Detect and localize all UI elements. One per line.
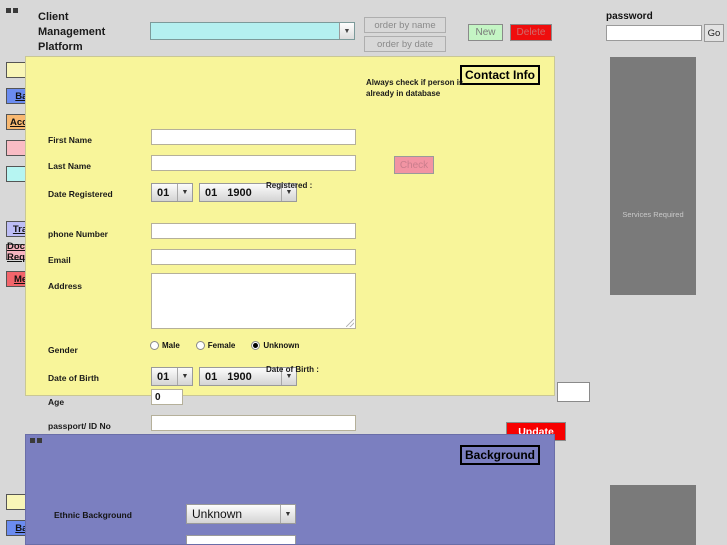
resize-grip-icon[interactable] [346,319,354,327]
dob-caption: Date of Birth : [266,365,319,374]
check-hint-line-2: already in database [366,89,441,98]
chevron-down-icon[interactable]: ▼ [280,505,295,523]
ethnic-background-select[interactable]: Unknown ▼ [186,504,296,524]
check-hint: Always check if person is already in dat… [366,77,476,99]
last-name-input[interactable] [151,155,356,171]
client-search-input[interactable] [151,23,339,39]
last-name-label: Last Name [48,161,91,171]
gender-radio-male-label: Male [162,341,180,350]
app-title-line-2: Management [38,26,106,38]
gender-label: Gender [48,345,78,355]
date-registered-day-select[interactable]: 01 ▼ [151,183,193,202]
order-by-name-button[interactable]: order by name [364,17,446,33]
phone-number-input[interactable] [151,223,356,239]
radio-icon[interactable] [150,341,159,350]
background-panel-title: Background [460,445,540,465]
chevron-down-icon[interactable]: ▼ [177,368,192,385]
dob-day-value: 01 [157,370,170,383]
address-label: Address [48,281,83,291]
gender-radio-unknown-label: Unknown [263,341,300,350]
dob-year-value: 1900 [227,370,252,383]
date-of-birth-label: Date of Birth [48,373,99,383]
password-label: password [606,11,653,22]
record-index-box[interactable] [557,382,590,402]
first-name-input[interactable] [151,129,356,145]
age-input[interactable]: 0 [151,389,183,405]
page-title: Client Management Platform [38,10,148,55]
password-go-button[interactable]: Go [704,24,724,42]
first-language-input[interactable] [186,535,296,544]
gender-radio-unknown[interactable]: Unknown [251,341,299,350]
radio-icon[interactable] [195,341,205,350]
first-name-label: First Name [48,135,92,145]
gender-radio-female-label: Female [207,341,236,350]
date-registered-label: Date Registered [48,189,113,199]
panel-drag-handle[interactable] [30,438,42,443]
registered-caption: Registered : [266,181,313,190]
dob-month-value: 01 [205,370,218,383]
passport-id-input[interactable] [151,415,356,431]
app-title-line-3: Platform [38,41,83,53]
radio-icon-selected[interactable] [251,341,261,350]
email-label: Email [48,255,71,265]
check-button[interactable]: Check [394,156,434,174]
phone-number-label: phone Number [48,229,108,239]
contact-info-panel: Contact Info First Name Last Name Date R… [25,56,566,441]
gender-radio-group[interactable]: Male Female Unknown [150,341,315,350]
chevron-down-icon[interactable]: ▼ [339,23,354,39]
date-registered-month-value: 01 [205,186,218,199]
window-drag-handle-top[interactable] [6,8,18,13]
chevron-down-icon[interactable]: ▼ [177,184,192,201]
delete-button[interactable]: Delete [510,24,552,41]
gender-radio-male[interactable]: Male [150,341,180,350]
check-hint-line-1: Always check if person is [366,78,464,87]
client-search-combobox[interactable]: ▼ [150,22,355,40]
background-panel: Background Ethnic Background Unknown ▼ F… [25,434,555,545]
secondary-navigation-panel [610,485,696,545]
order-by-date-button[interactable]: order by date [364,36,446,52]
new-button[interactable]: New [468,24,503,41]
ethnic-background-value: Unknown [192,507,243,521]
date-registered-day-value: 01 [157,186,170,199]
app-title-line-1: Client [38,11,69,23]
services-required-label: Services Required [622,210,684,219]
passport-id-label: passport/ ID No [48,421,111,431]
address-textarea[interactable] [151,273,356,329]
dob-day-select[interactable]: 01 ▼ [151,367,193,386]
ethnic-background-label: Ethnic Background [54,510,132,520]
email-field[interactable] [151,249,356,265]
age-label: Age [48,397,65,407]
password-input[interactable] [606,25,702,41]
gender-radio-female[interactable]: Female [195,341,236,350]
date-registered-year-value: 1900 [227,186,252,199]
main-navigation-panel [610,57,696,295]
